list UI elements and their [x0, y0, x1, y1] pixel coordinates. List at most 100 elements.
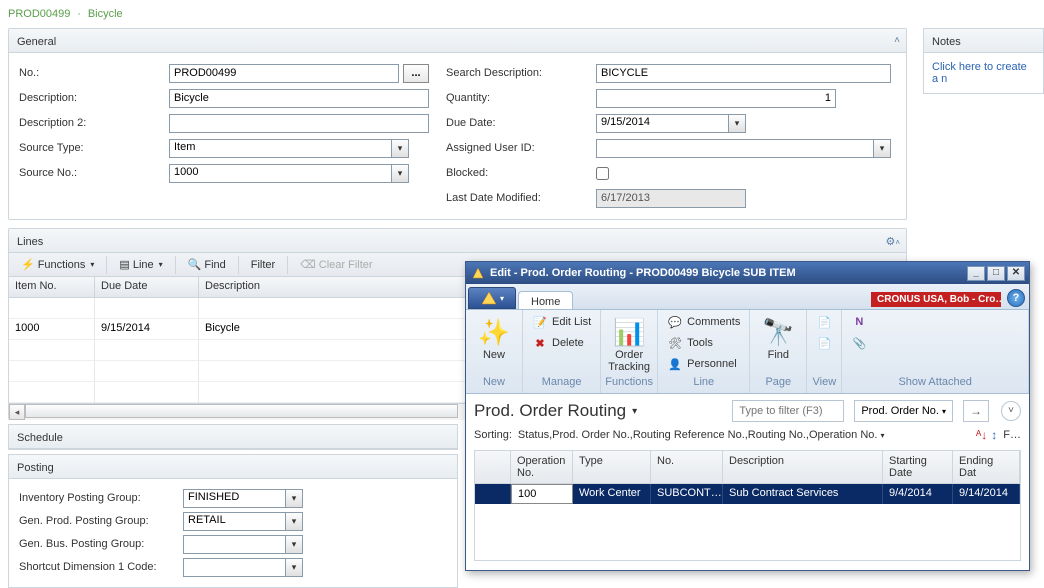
search-description-input[interactable]: [596, 64, 891, 83]
find-button[interactable]: 🔍Find: [180, 256, 234, 273]
quantity-input[interactable]: [596, 89, 836, 108]
minimize-icon[interactable]: _: [967, 266, 985, 281]
functions-button[interactable]: ⚡Functions▾: [13, 256, 102, 273]
chevron-down-icon[interactable]: ▾: [285, 490, 302, 507]
col-operation-no[interactable]: Operation No.: [511, 451, 573, 483]
ribbon: ✨ New New 📝Edit List ✖Delete Manage 📊 Or…: [466, 310, 1029, 394]
gen-prod-select[interactable]: RETAIL ▾: [183, 512, 303, 531]
col-due-date[interactable]: Due Date: [95, 277, 199, 297]
col-item-no[interactable]: Item No.: [9, 277, 95, 297]
edit-list-button[interactable]: 📝Edit List: [527, 312, 596, 332]
view-button-2[interactable]: 📄: [811, 333, 837, 353]
sort-asc-icon[interactable]: ᴬ↓: [976, 428, 987, 442]
dim1-select[interactable]: ▾: [183, 558, 303, 577]
comment-icon: 💬: [667, 316, 683, 329]
general-header[interactable]: General ˄: [9, 29, 906, 53]
collapse-icon[interactable]: ˄: [894, 35, 900, 46]
tab-home[interactable]: Home: [518, 291, 573, 309]
label-no: No.:: [19, 67, 169, 79]
f-button[interactable]: F…: [1003, 429, 1021, 441]
tools-icon: 🛠: [667, 337, 683, 350]
posting-header[interactable]: Posting: [9, 455, 457, 479]
delete-button[interactable]: ✖Delete: [527, 333, 596, 353]
filter-field-select[interactable]: Prod. Order No. ▾: [854, 400, 953, 422]
scroll-left-icon[interactable]: ◂: [9, 404, 25, 420]
col-no[interactable]: No.: [651, 451, 723, 483]
help-icon[interactable]: ?: [1007, 289, 1025, 307]
source-no-select[interactable]: 1000 ▾: [169, 164, 409, 183]
due-date-picker[interactable]: 9/15/2014 ▾: [596, 114, 746, 133]
chevron-down-icon[interactable]: ▾: [391, 165, 408, 182]
create-note-link[interactable]: Click here to create a n: [924, 53, 1043, 93]
new-button[interactable]: ✨ New: [470, 312, 518, 364]
cell-starting-date: 9/4/2014: [883, 484, 953, 504]
filter-box[interactable]: [732, 400, 844, 422]
chevron-down-icon[interactable]: ▾: [632, 406, 637, 417]
assigned-user-select[interactable]: ▾: [596, 139, 891, 158]
col-description-routing[interactable]: Description: [723, 451, 883, 483]
line-button[interactable]: ▤Line▾: [111, 256, 170, 273]
chevron-down-icon[interactable]: ▾: [728, 115, 745, 132]
posting-title: Posting: [17, 462, 54, 474]
col-type[interactable]: Type: [573, 451, 651, 483]
chevron-down-icon[interactable]: ▾: [873, 140, 890, 157]
source-type-select[interactable]: Item ▾: [169, 139, 409, 158]
chevron-down-icon[interactable]: ▾: [285, 536, 302, 553]
sort-value[interactable]: Status,Prod. Order No.,Routing Reference…: [518, 429, 970, 441]
lines-header[interactable]: Lines ⚙˄: [9, 229, 906, 253]
notes-header[interactable]: Notes: [924, 29, 1043, 53]
onenote-icon: N: [851, 316, 867, 328]
popup-title-text: Edit - Prod. Order Routing - PROD00499 B…: [490, 267, 965, 279]
col-starting-date[interactable]: Starting Date: [883, 451, 953, 483]
group-label-page: Page: [754, 376, 802, 391]
posting-panel: Posting Inventory Posting Group: FINISHE…: [8, 454, 458, 588]
col-ending-date[interactable]: Ending Dat: [953, 451, 1020, 483]
personnel-button[interactable]: 👤Personnel: [662, 354, 745, 374]
chevron-down-icon[interactable]: ▾: [285, 513, 302, 530]
chevron-down-icon[interactable]: ▾: [391, 140, 408, 157]
cell-description-routing: Sub Contract Services: [723, 484, 883, 504]
label-source-type: Source Type:: [19, 142, 169, 154]
app-menu-button[interactable]: ▾: [468, 287, 516, 309]
sort-desc-icon[interactable]: ↕: [991, 428, 997, 442]
order-tracking-button[interactable]: 📊 Order Tracking: [605, 312, 653, 376]
onenote-button[interactable]: N: [846, 312, 872, 332]
edit-icon: 📝: [532, 316, 548, 329]
chevron-down-icon: ▾: [500, 294, 504, 303]
lightning-icon: ⚡: [21, 258, 35, 271]
view-button-1[interactable]: 📄: [811, 312, 837, 332]
chevron-down-icon[interactable]: ▾: [285, 559, 302, 576]
go-button[interactable]: →: [963, 400, 989, 422]
tools-button[interactable]: 🛠Tools: [662, 333, 745, 353]
close-icon[interactable]: ✕: [1007, 266, 1025, 281]
gen-bus-select[interactable]: ▾: [183, 535, 303, 554]
cell-operation-no[interactable]: 100: [511, 484, 573, 504]
no-lookup-button[interactable]: ...: [403, 64, 429, 83]
comments-button[interactable]: 💬Comments: [662, 312, 745, 332]
app-icon: [470, 265, 486, 281]
cell-type: Work Center: [573, 484, 651, 504]
maximize-icon[interactable]: □: [987, 266, 1005, 281]
no-input[interactable]: [169, 64, 399, 83]
label-inv-group: Inventory Posting Group:: [19, 492, 183, 504]
inv-group-select[interactable]: FINISHED ▾: [183, 489, 303, 508]
filter-input[interactable]: [733, 405, 843, 417]
scroll-thumb[interactable]: [25, 404, 458, 418]
description2-input[interactable]: [169, 114, 429, 133]
schedule-panel[interactable]: Schedule: [8, 424, 458, 450]
expand-icon[interactable]: ˅: [1001, 401, 1021, 421]
group-label-view: View: [811, 376, 837, 391]
lines-title: Lines: [17, 236, 43, 248]
blocked-checkbox[interactable]: [596, 167, 609, 180]
label-description: Description:: [19, 92, 169, 104]
attachment-button[interactable]: 📎: [846, 333, 872, 353]
doc-icon: 📄: [816, 337, 832, 350]
routing-row[interactable]: 100 Work Center SUBCONT… Sub Contract Se…: [475, 484, 1020, 504]
gear-icon[interactable]: ⚙˄: [885, 235, 900, 248]
description-input[interactable]: [169, 89, 429, 108]
popup-titlebar[interactable]: Edit - Prod. Order Routing - PROD00499 B…: [466, 262, 1029, 284]
find-button-ribbon[interactable]: 🔭 Find: [754, 312, 802, 364]
label-dim1: Shortcut Dimension 1 Code:: [19, 561, 183, 573]
filter-button[interactable]: Filter: [243, 257, 283, 273]
group-label-line: Line: [662, 376, 745, 391]
